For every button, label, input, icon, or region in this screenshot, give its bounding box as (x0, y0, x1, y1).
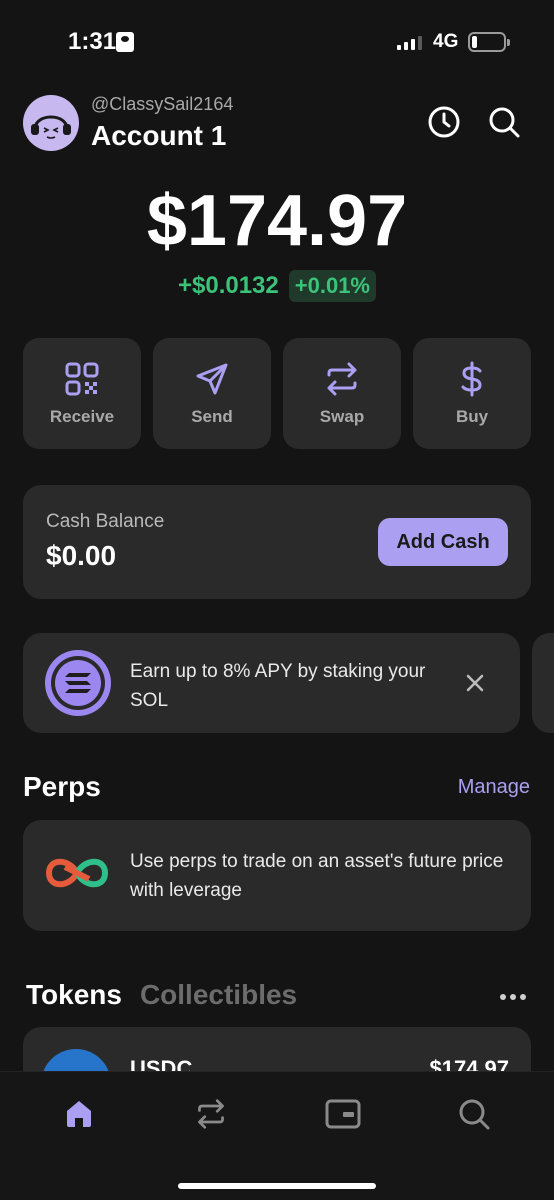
swap-icon (198, 1099, 224, 1129)
receive-button[interactable]: Receive (23, 338, 141, 449)
change-amount: +$0.0132 (177, 272, 279, 299)
total-balance: $174.97 (146, 181, 408, 261)
wallet-icon (325, 1099, 361, 1129)
staking-promo-card[interactable]: Earn up to 8% APY by staking your SOL (23, 633, 520, 733)
id-card-icon (116, 32, 134, 52)
perps-card[interactable]: Use perps to trade on an asset's future … (23, 820, 531, 931)
nav-home[interactable] (61, 1096, 97, 1132)
battery-icon (468, 32, 510, 52)
cash-balance-title: Cash Balance (46, 511, 165, 532)
send-label: Send (191, 406, 233, 426)
action-buttons: Receive Send Swap Buy (23, 338, 531, 449)
home-indicator (178, 1183, 376, 1189)
perps-manage-link[interactable]: Manage (458, 776, 530, 799)
perps-description: Use perps to trade on an asset's future … (130, 851, 504, 901)
account-handle[interactable]: @ClassySail2164 (91, 94, 233, 115)
asset-tabs: Tokens Collectibles (26, 979, 297, 1011)
change-percent-badge: +0.01% (288, 270, 376, 302)
status-bar: 1:31 4G (0, 0, 554, 80)
nav-swap[interactable] (193, 1096, 229, 1132)
tab-tokens[interactable]: Tokens (26, 979, 122, 1011)
network-label: 4G (433, 31, 459, 52)
nav-wallet[interactable] (325, 1096, 361, 1132)
cash-balance-card: Cash Balance $0.00 Add Cash (23, 485, 531, 599)
dollar-icon (461, 361, 482, 396)
signal-icon (397, 34, 422, 50)
add-cash-button[interactable]: Add Cash (378, 518, 508, 566)
receive-label: Receive (49, 406, 115, 426)
home-icon (67, 1101, 91, 1127)
balance-change: +$0.0132 +0.01% (0, 270, 554, 302)
close-icon[interactable] (463, 671, 487, 695)
headphones-avatar-icon (31, 115, 71, 139)
swap-label: Swap (319, 406, 365, 426)
buy-label: Buy (455, 406, 489, 426)
send-arrow-icon (196, 363, 228, 394)
avatar[interactable] (23, 95, 79, 151)
perps-heading: Perps (23, 771, 101, 802)
clock-icon (428, 106, 460, 138)
search-icon (489, 107, 520, 138)
search-button[interactable] (486, 104, 522, 140)
qr-code-icon (65, 362, 99, 395)
cash-balance-value: $0.00 (46, 540, 117, 571)
search-icon (459, 1099, 490, 1130)
bottom-tab-bar (0, 1071, 554, 1200)
swap-button[interactable]: Swap (283, 338, 401, 449)
next-promo-card[interactable] (532, 633, 554, 733)
perps-loop-icon (45, 858, 109, 888)
account-name[interactable]: Account 1 (91, 120, 226, 152)
swap-arrows-icon (327, 362, 357, 395)
promo-text: Earn up to 8% APY by staking your SOL (130, 661, 426, 711)
solana-icon (45, 650, 111, 716)
tab-collectibles[interactable]: Collectibles (140, 979, 297, 1011)
status-time: 1:31 (68, 28, 117, 55)
more-options-icon[interactable] (500, 994, 526, 1000)
history-button[interactable] (426, 104, 462, 140)
send-button[interactable]: Send (153, 338, 271, 449)
nav-search[interactable] (456, 1096, 492, 1132)
buy-button[interactable]: Buy (413, 338, 531, 449)
